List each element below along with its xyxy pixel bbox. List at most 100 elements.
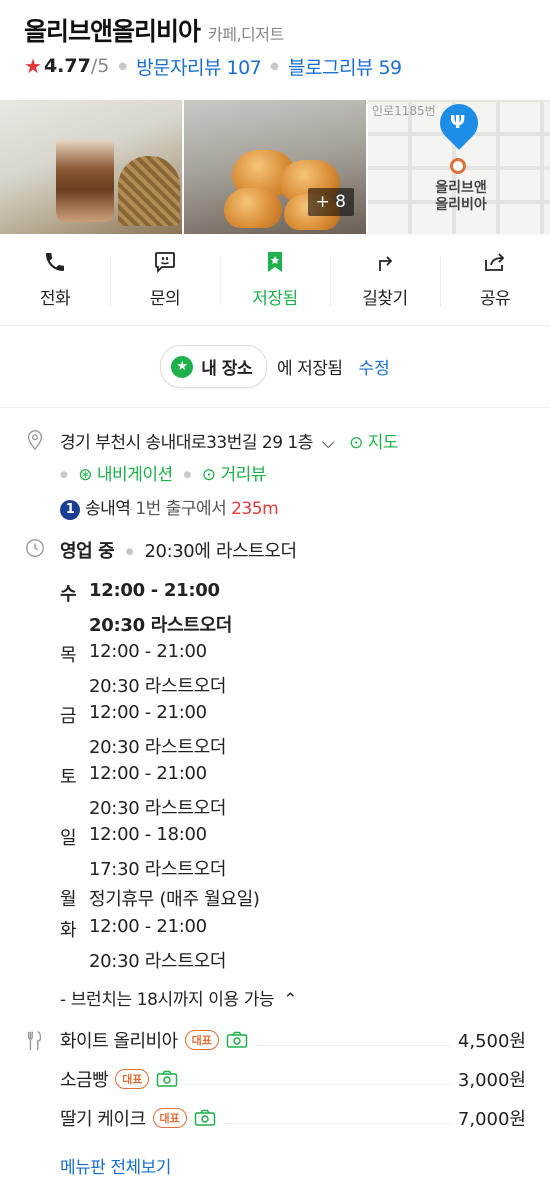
action-bar: 전화 문의 저장됨 길찾기 공유: [0, 234, 550, 326]
edit-saved-link[interactable]: 수정: [359, 354, 390, 379]
call-label: 전화: [39, 289, 71, 309]
fork-knife-icon: [27, 1031, 42, 1051]
navigation-icon: ⊛: [78, 465, 93, 485]
day-label: 화: [60, 920, 77, 941]
day-last-order: 17:30 라스트오더: [89, 859, 227, 880]
leader-line: [255, 1034, 450, 1046]
leader-line: [223, 1112, 450, 1124]
map-place-label: 올리브앤 올리비아: [435, 180, 487, 213]
share-icon: [485, 253, 505, 271]
signature-badge: 대표: [184, 1030, 219, 1050]
menu-item-name: 딸기 케이크: [60, 1109, 146, 1130]
share-label: 공유: [479, 289, 511, 309]
rating-max: /5: [90, 55, 110, 77]
bookmark-star-icon: [268, 252, 282, 272]
menu-item-price: 3,000원: [457, 1070, 526, 1091]
fork-knife-icon: Ψ: [450, 112, 466, 133]
signature-badge: 대표: [115, 1069, 150, 1089]
blog-reviews-link[interactable]: 블로그리뷰 59: [288, 53, 402, 80]
photo-coffee[interactable]: [0, 100, 182, 234]
subway-info: 1 송내역 1번 출구에서 235m: [60, 494, 279, 520]
exit-text: 1번 출구에서: [135, 499, 227, 519]
map-pin-small-icon: ⊙: [349, 433, 363, 453]
directions-button[interactable]: 길찾기: [330, 234, 440, 325]
menu-view-all-link[interactable]: 메뉴판 전체보기: [60, 1153, 171, 1178]
hours-note-text: - 브런치는 18시까지 이용 가능: [60, 990, 275, 1010]
open-status: 영업 중: [60, 541, 115, 562]
map-location-dot: [450, 158, 466, 174]
coffee-glass-image: [56, 140, 114, 222]
chevron-up-icon: ⌃: [283, 990, 298, 1010]
navigation-link[interactable]: ⊛ 내비게이션: [78, 465, 173, 485]
chat-icon: [155, 252, 175, 274]
business-status[interactable]: 영업 중 ● 20:30에 라스트오더: [60, 537, 297, 563]
day-label: 금: [60, 706, 77, 727]
separator-dot: ●: [270, 60, 280, 72]
menu-item[interactable]: 소금빵 대표 3,000원: [60, 1066, 526, 1092]
saved-button[interactable]: 저장됨: [220, 234, 330, 325]
menu-item[interactable]: 화이트 올리비아 대표 4,500원: [60, 1027, 526, 1053]
separator-dot: ●: [118, 60, 128, 72]
day-last-order: 20:30 라스트오더: [89, 676, 227, 697]
day-hours: 12:00 - 21:00: [89, 763, 207, 784]
inquiry-label: 문의: [149, 289, 181, 309]
place-header: 올리브앤올리비아 카페,디저트 ★ 4.77 /5 ● 방문자리뷰 107 ● …: [24, 12, 534, 79]
bread-roll-image: [224, 188, 282, 228]
camera-icon: [157, 1070, 178, 1087]
day-label: 목: [60, 645, 77, 666]
map-link[interactable]: ⊙ 지도: [349, 433, 398, 453]
saved-label: 저장됨: [252, 289, 298, 309]
leader-line: [186, 1073, 450, 1085]
day-hours: 12:00 - 21:00: [89, 580, 220, 601]
day-hours: 12:00 - 21:00: [89, 916, 207, 937]
more-photos-badge[interactable]: + 8: [307, 188, 354, 216]
day-hours: 12:00 - 18:00: [89, 824, 207, 845]
station-name: 송내역: [85, 499, 131, 519]
camera-icon: [194, 1109, 216, 1126]
saved-list-name: 내 장소: [201, 359, 253, 379]
photo-bread[interactable]: + 8: [184, 100, 366, 234]
day-hours: 정기휴무 (매주 월요일): [89, 889, 260, 910]
day-hours: 12:00 - 21:00: [89, 702, 207, 723]
saved-list-chip[interactable]: ★ 내 장소: [160, 345, 268, 388]
day-last-order: 20:30 라스트오더: [89, 615, 233, 636]
street-view-link[interactable]: ⊙ 거리뷰: [202, 465, 267, 485]
address-links: ● ⊛ 내비게이션 ● ⊙ 거리뷰: [60, 460, 266, 485]
rating-value: 4.77: [43, 55, 91, 77]
menu-item-name: 화이트 올리비아: [60, 1031, 178, 1052]
last-order-summary: 20:30에 라스트오더: [144, 541, 297, 562]
distance-text: 235m: [231, 499, 279, 519]
share-button[interactable]: 공유: [440, 234, 550, 325]
menu-item-price: 7,000원: [457, 1109, 526, 1130]
day-label: 수: [60, 584, 77, 605]
separator-dot: ●: [60, 470, 68, 480]
call-button[interactable]: 전화: [0, 234, 110, 325]
address-line: 경기 부천시 송내대로33번길 29 1층 ⌵ ⊙ 지도: [60, 428, 399, 453]
day-label: 일: [60, 828, 77, 849]
day-label: 월: [60, 889, 77, 910]
inquiry-button[interactable]: 문의: [110, 234, 220, 325]
chair-image: [118, 156, 180, 226]
star-icon: ★: [171, 355, 194, 378]
separator-dot: ●: [183, 470, 192, 480]
photo-strip: + 8 인로1185번 Ψ 올리브앤 올리비아: [0, 100, 550, 234]
saved-section: ★ 내 장소 에 저장됨 수정: [0, 326, 550, 408]
map-thumbnail[interactable]: 인로1185번 Ψ 올리브앤 올리비아: [368, 100, 550, 234]
menu-item[interactable]: 딸기 케이크 대표 7,000원: [60, 1105, 526, 1131]
map-road-label: 인로1185번: [372, 104, 436, 118]
signature-badge: 대표: [152, 1108, 187, 1128]
place-title: 올리브앤올리비아: [24, 17, 201, 46]
day-hours: 12:00 - 21:00: [89, 641, 207, 662]
visitor-reviews-link[interactable]: 방문자리뷰 107: [136, 53, 262, 80]
separator-dot: ●: [125, 547, 134, 557]
hours-note[interactable]: - 브런치는 18시까지 이용 가능 ⌃: [60, 985, 298, 1010]
subway-line-badge: 1: [60, 500, 80, 520]
camera-icon: [226, 1031, 248, 1048]
menu-item-name: 소금빵: [60, 1070, 109, 1091]
place-category: 카페,디저트: [208, 25, 284, 44]
address-text: 경기 부천시 송내대로33번길 29 1층: [60, 433, 313, 453]
clock-icon: [26, 539, 44, 557]
day-last-order: 20:30 라스트오더: [89, 798, 227, 819]
phone-icon: [46, 253, 64, 271]
chevron-down-icon[interactable]: ⌵: [322, 433, 335, 453]
